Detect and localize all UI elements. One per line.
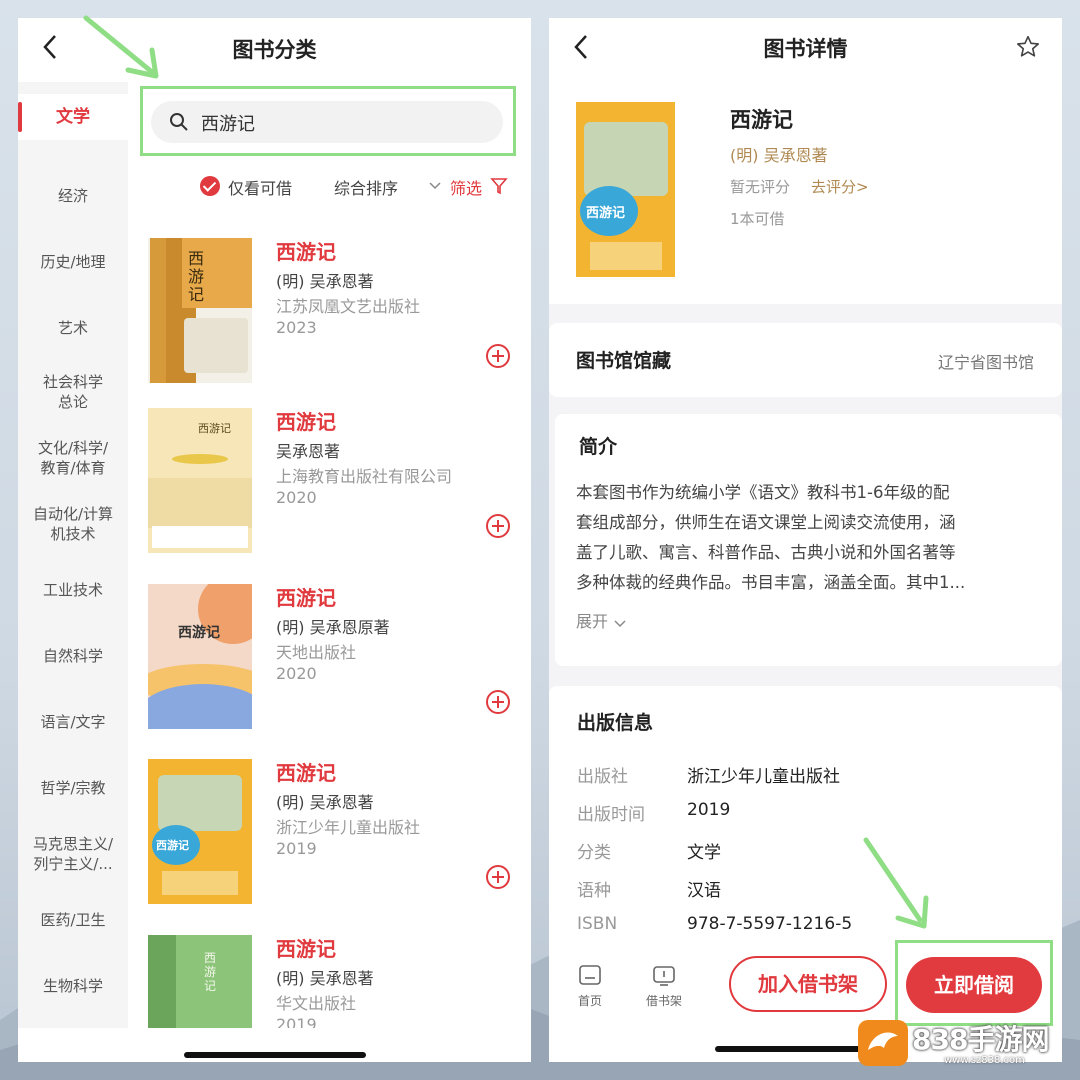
nav-home[interactable]: 首页 — [565, 962, 615, 1009]
sidebar-item-economy[interactable]: 经济 — [18, 186, 128, 206]
list-item[interactable]: 西游记 西游记 (明) 吴承恩原著 天地出版社 2020 — [148, 584, 518, 744]
nav-borrow-shelf[interactable]: 借书架 — [639, 962, 689, 1009]
funnel-icon[interactable] — [490, 177, 508, 195]
borrow-highlight: 立即借阅 — [895, 940, 1053, 1026]
book-author: (明) 吴承恩著 — [276, 272, 374, 291]
publication-heading: 出版信息 — [577, 712, 654, 734]
sidebar-item-philosophy[interactable]: 哲学/宗教 — [18, 778, 128, 798]
annotation-arrow-icon — [863, 837, 929, 929]
sidebar-item-medicine[interactable]: 医药/卫生 — [18, 910, 128, 930]
cover-title: 西 游 记 — [204, 951, 217, 993]
add-circle-icon[interactable] — [486, 690, 510, 714]
filter-button[interactable]: 筛选 — [450, 175, 482, 199]
borrow-now-button[interactable]: 立即借阅 — [906, 957, 1042, 1013]
book-title[interactable]: 西游记 — [276, 582, 336, 611]
logo-text: 838手游网 — [912, 1023, 1049, 1056]
sidebar-item-history-geography[interactable]: 历史/地理 — [18, 252, 128, 272]
sidebar-item-natural-science[interactable]: 自然科学 — [18, 646, 128, 666]
rate-link[interactable]: 去评分> — [811, 176, 869, 197]
book-cover: 西游记 — [148, 408, 252, 553]
book-publisher: 江苏凤凰文艺出版社 — [276, 297, 421, 316]
sidebar-item-industrial-tech[interactable]: 工业技术 — [18, 580, 128, 600]
sidebar-item-automation[interactable]: 自动化/计算 机技术 — [18, 504, 128, 544]
sidebar-item-culture-education[interactable]: 文化/科学/ 教育/体育 — [18, 438, 128, 478]
book-cover: 西游记 — [148, 584, 252, 729]
book-publisher: 天地出版社 — [276, 643, 357, 662]
sidebar-item-art[interactable]: 艺术 — [18, 318, 128, 338]
book-title[interactable]: 西游记 — [276, 236, 336, 265]
cover-title: 西游记 — [156, 839, 189, 852]
category-sidebar: 文学 经济 历史/地理 艺术 社会科学 总论 文化/科学/ 教育/体育 自动化/… — [18, 82, 128, 1062]
cover-title: 西游记 — [586, 206, 626, 221]
add-circle-icon[interactable] — [486, 514, 510, 538]
cover-title: 西 游 记 — [188, 249, 205, 304]
expand-button[interactable]: 展开 — [576, 608, 627, 632]
library-label: 图书馆馆藏 — [576, 350, 672, 372]
logo-badge-icon — [858, 1020, 908, 1066]
book-year: 2020 — [276, 664, 317, 683]
book-year: 2019 — [276, 839, 317, 858]
book-publisher: 华文出版社 — [276, 994, 357, 1013]
chevron-down-icon — [614, 619, 626, 627]
book-year: 2020 — [276, 488, 317, 507]
library-holdings-row[interactable]: 图书馆馆藏 辽宁省图书馆 — [549, 323, 1062, 397]
add-to-shelf-button[interactable]: 加入借书架 — [729, 956, 887, 1012]
sidebar-item-biology[interactable]: 生物科学 — [18, 976, 128, 996]
library-name: 辽宁省图书馆 — [937, 353, 1034, 372]
logo-url: www.sz838.com — [944, 1055, 1025, 1066]
home-icon — [579, 965, 601, 985]
book-cover: 西游记 — [148, 759, 252, 904]
checkbox-checked-icon[interactable] — [200, 176, 220, 196]
detail-screen: 图书详情 西游记 西游记 (明) 吴承恩著 暂无评分 去评分> 1本可借 图书馆… — [549, 18, 1062, 1062]
list-item[interactable]: 西游记 西游记 (明) 吴承恩著 浙江少年儿童出版社 2019 — [148, 759, 518, 919]
category-screen: 图书分类 文学 经济 历史/地理 艺术 社会科学 总论 文化/科学/ 教育/体育… — [18, 18, 531, 1062]
search-icon — [170, 113, 188, 131]
only-available-toggle[interactable]: 仅看可借 — [228, 175, 292, 199]
cover-title: 西游记 — [198, 422, 231, 435]
book-author: (明) 吴承恩著 — [276, 793, 374, 812]
cover-title: 西游记 — [178, 625, 220, 641]
home-indicator — [184, 1052, 366, 1058]
availability-count: 1本可借 — [730, 210, 785, 228]
book-year: 2023 — [276, 318, 317, 337]
search-highlight: 西游记 — [140, 86, 516, 156]
book-detail-card: 西游记 西游记 (明) 吴承恩著 暂无评分 去评分> 1本可借 — [549, 82, 1062, 304]
intro-text: 本套图书作为统编小学《语文》教科书1-6年级的配 套组成部分，供师生在语文课堂上… — [576, 483, 966, 592]
tv-icon — [653, 966, 675, 986]
sidebar-item-marxism[interactable]: 马克思主义/ 列宁主义/... — [18, 834, 128, 874]
book-author[interactable]: (明) 吴承恩著 — [730, 142, 828, 166]
site-logo: 838手游网 www.sz838.com — [858, 1016, 1054, 1070]
intro-card: 简介 本套图书作为统编小学《语文》教科书1-6年级的配 套组成部分，供师生在语文… — [555, 414, 1062, 666]
detail-header: 图书详情 — [549, 18, 1062, 82]
annotation-arrow-icon — [83, 15, 159, 79]
chevron-down-icon — [429, 182, 441, 190]
list-item[interactable]: 西 游 记 西游记 (明) 吴承恩著 江苏凤凰文艺出版社 2023 — [148, 238, 518, 398]
add-circle-icon[interactable] — [486, 865, 510, 889]
page-title: 图书详情 — [763, 37, 848, 61]
sidebar-item-language[interactable]: 语言/文字 — [18, 712, 128, 732]
book-title[interactable]: 西游记 — [276, 757, 336, 786]
intro-heading: 简介 — [579, 436, 618, 458]
book-publisher: 浙江少年儿童出版社 — [276, 818, 421, 837]
search-input[interactable]: 西游记 — [151, 101, 503, 143]
add-circle-icon[interactable] — [486, 344, 510, 368]
book-author: 吴承恩著 — [276, 442, 341, 461]
star-icon[interactable] — [1015, 34, 1041, 60]
sidebar-item-literature[interactable]: 文学 — [18, 94, 128, 140]
book-publisher: 上海教育出版社有限公司 — [276, 467, 453, 486]
book-title[interactable]: 西游记 — [276, 406, 336, 435]
filter-bar: 仅看可借 综合排序 筛选 — [198, 173, 518, 203]
search-value: 西游记 — [201, 114, 255, 135]
book-cover: 西 游 记 — [148, 238, 252, 383]
rating-status: 暂无评分 — [730, 178, 791, 196]
book-title[interactable]: 西游记 — [276, 933, 336, 962]
sort-dropdown[interactable]: 综合排序 — [334, 175, 398, 199]
book-author: (明) 吴承恩原著 — [276, 618, 390, 637]
sidebar-item-social-science[interactable]: 社会科学 总论 — [18, 372, 128, 412]
book-cover: 西游记 — [576, 102, 675, 277]
list-item[interactable]: 西游记 西游记 吴承恩著 上海教育出版社有限公司 2020 — [148, 408, 518, 568]
book-author: (明) 吴承恩著 — [276, 969, 374, 988]
publication-info-card: 出版信息 出版社 浙江少年儿童出版社 出版时间 2019 分类 文学 语种 汉语… — [549, 686, 1062, 946]
book-title: 西游记 — [730, 108, 793, 132]
